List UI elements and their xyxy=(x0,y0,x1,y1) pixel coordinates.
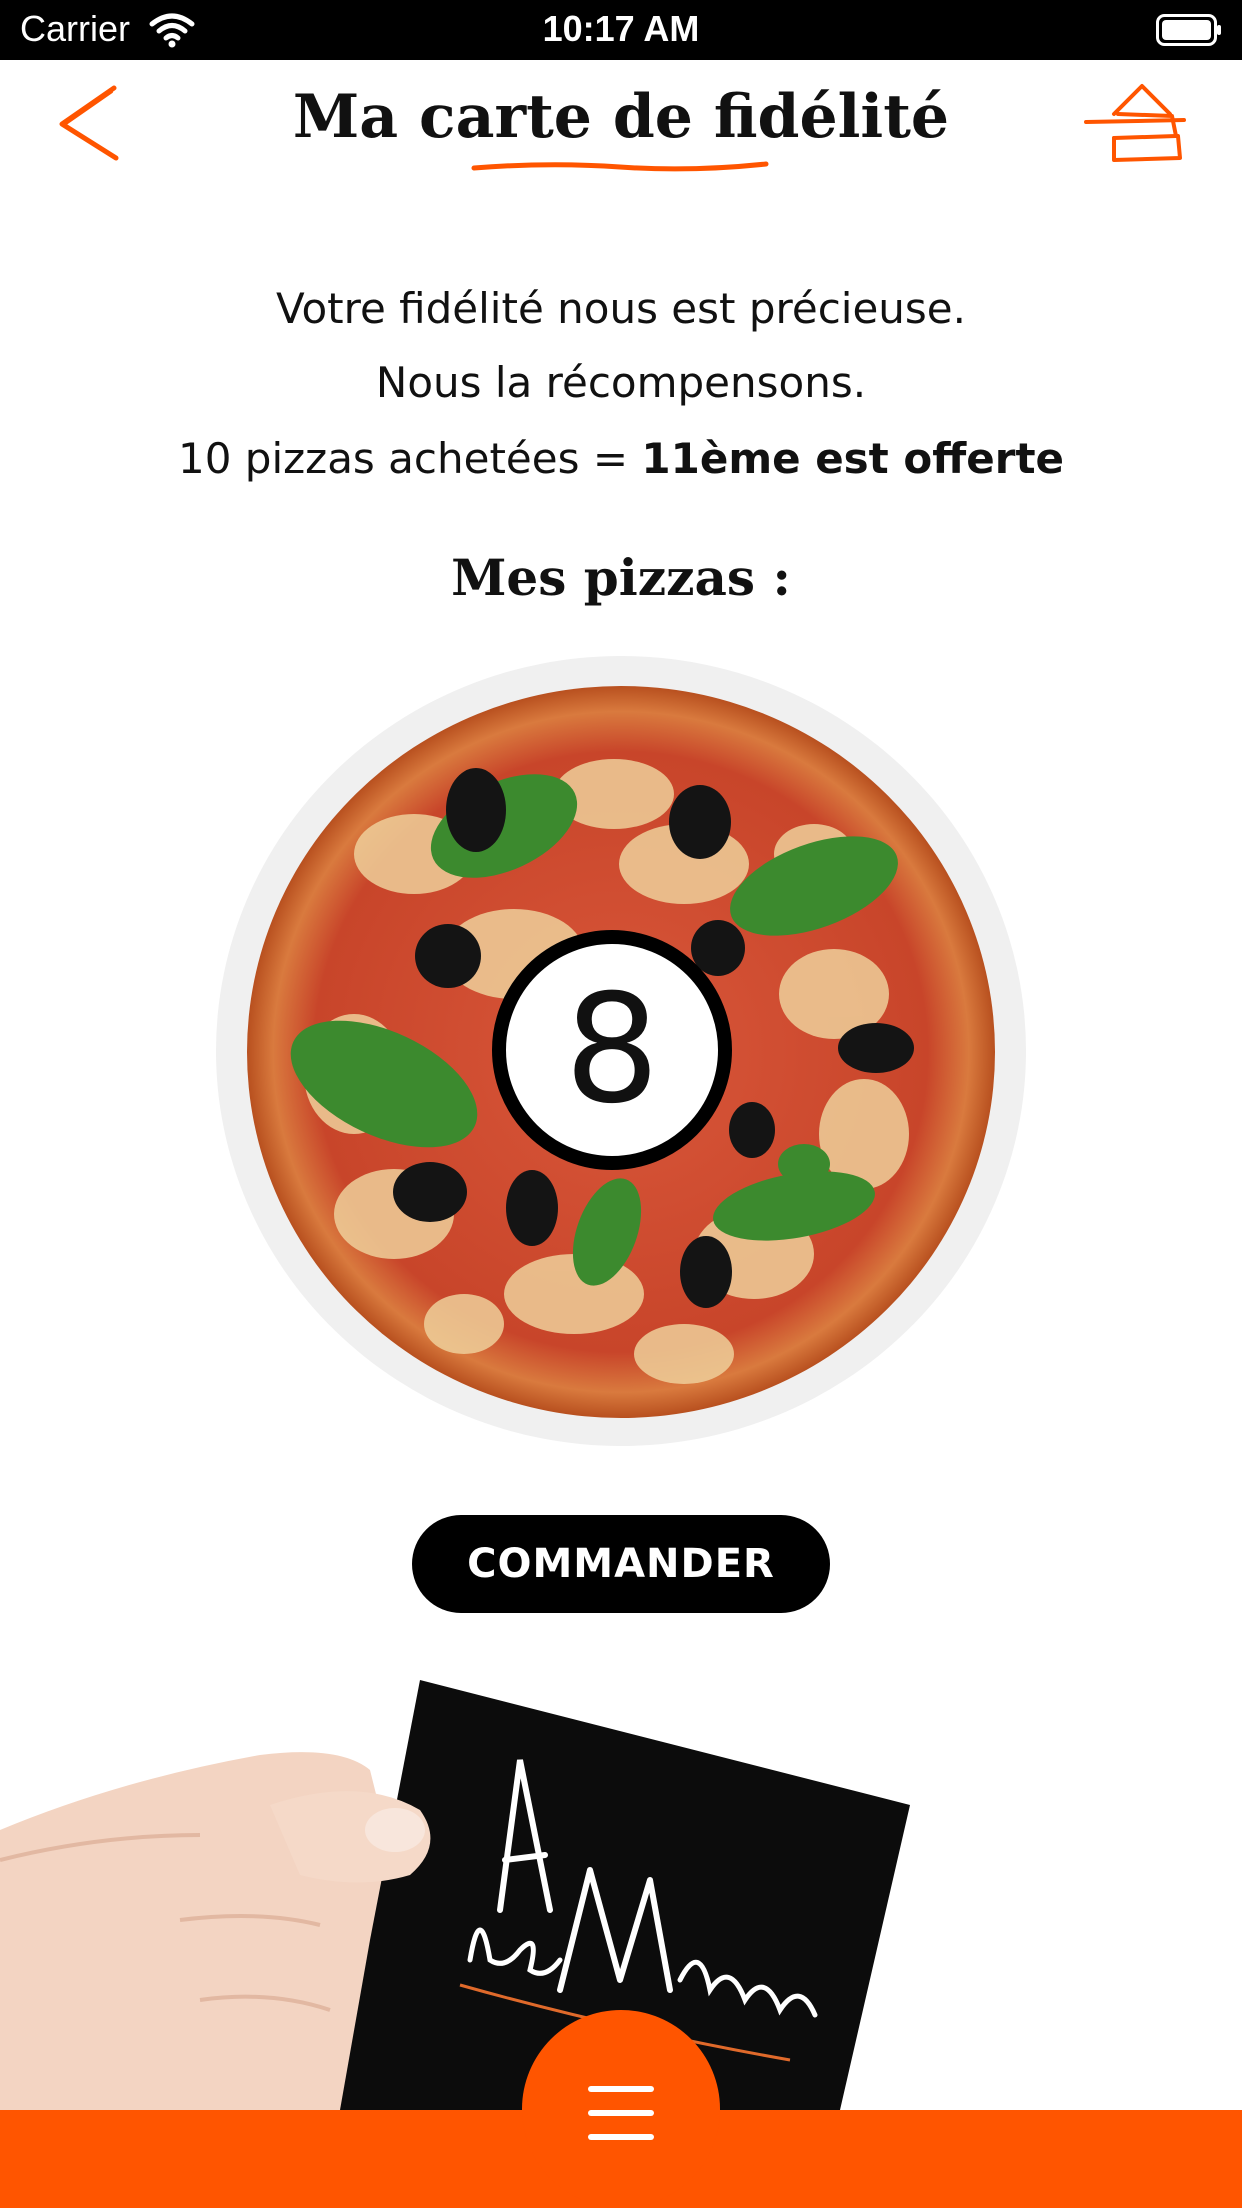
loyalty-rule: 10 pizzas achetées = 11ème est offerte xyxy=(0,434,1242,483)
page-title: Ma carte de fidélité xyxy=(292,82,950,152)
title-underline xyxy=(471,161,769,172)
home-icon[interactable] xyxy=(1084,80,1186,166)
intro-text: Votre fidélité nous est précieuse. Nous … xyxy=(0,272,1242,420)
pizza-count-badge: 8 xyxy=(492,930,732,1170)
menu-button[interactable] xyxy=(522,2010,720,2208)
battery-icon xyxy=(1156,14,1221,46)
my-pizzas-title: Mes pizzas : xyxy=(451,548,791,607)
pizza-count: 8 xyxy=(564,963,660,1137)
intro-line-1: Votre fidélité nous est précieuse. xyxy=(276,284,966,333)
order-button[interactable]: COMMANDER xyxy=(412,1515,830,1613)
loyalty-rule-reward: 11ème est offerte xyxy=(641,434,1065,483)
intro-line-2: Nous la récompensons. xyxy=(375,358,867,407)
loyalty-rule-prefix: 10 pizzas achetées = xyxy=(177,434,642,483)
clock: 10:17 AM xyxy=(542,8,700,49)
hamburger-menu-icon xyxy=(588,2086,654,2140)
status-bar: Carrier 10:17 AM xyxy=(0,0,1242,60)
